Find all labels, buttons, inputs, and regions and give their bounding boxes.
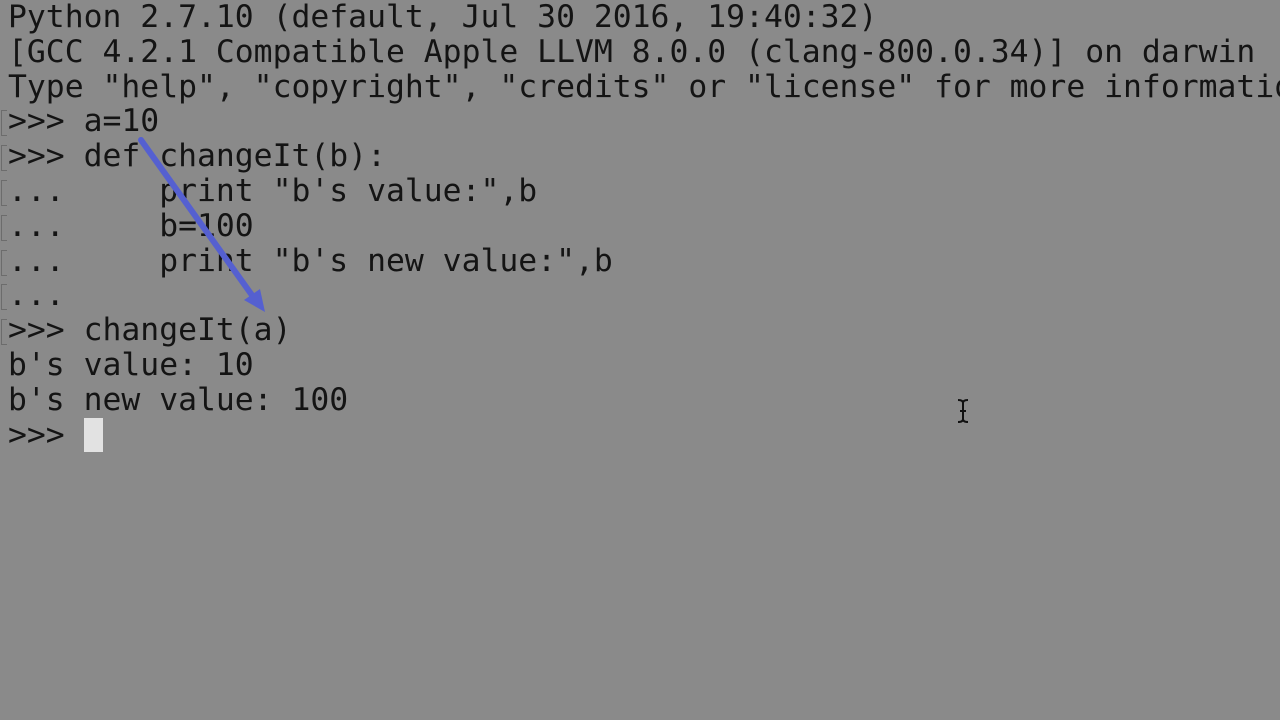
arrow-annotation-icon [138, 137, 265, 312]
i-beam-cursor-icon [957, 399, 969, 423]
terminal-window[interactable]: Python 2.7.10 (default, Jul 30 2016, 19:… [0, 0, 1280, 720]
